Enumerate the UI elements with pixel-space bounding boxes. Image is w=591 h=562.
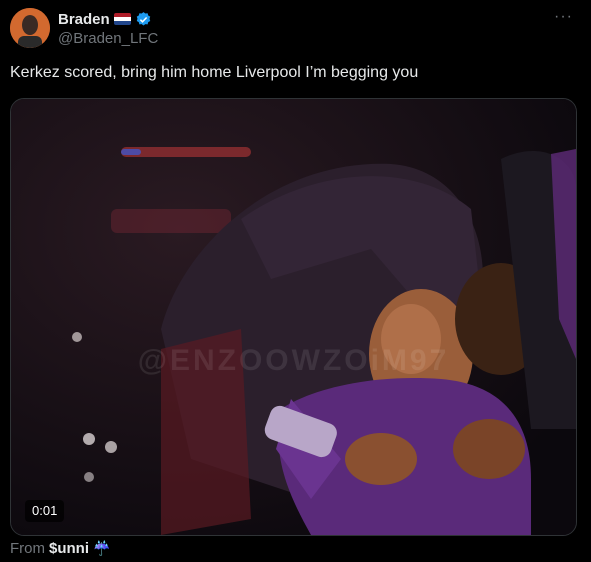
video-watermark: @ENZOOWZOiM97 [137,344,450,377]
avatar-image [10,8,50,48]
tweet-header: Braden @Braden_LFC ··· [10,8,581,48]
video-frame [11,99,576,535]
video-player[interactable]: @ENZOOWZOiM97 0:01 [10,98,577,536]
name-row: Braden [58,9,152,29]
verified-badge-icon [136,11,150,26]
netherlands-flag-icon [113,13,131,25]
tweet-text: Kerkez scored, bring him home Liverpool … [10,64,419,81]
avatar[interactable] [10,8,50,48]
more-options-icon[interactable]: ··· [554,8,573,26]
source-attribution: From $unni ☔ [10,540,110,557]
video-duration-badge: 0:01 [25,500,65,522]
display-name[interactable]: Braden [58,11,110,28]
author-handle[interactable]: @Braden_LFC [58,30,158,47]
umbrella-emoji-icon: ☔ [93,540,111,556]
source-prefix: From [10,540,45,557]
source-user-link[interactable]: $unni [49,540,89,557]
